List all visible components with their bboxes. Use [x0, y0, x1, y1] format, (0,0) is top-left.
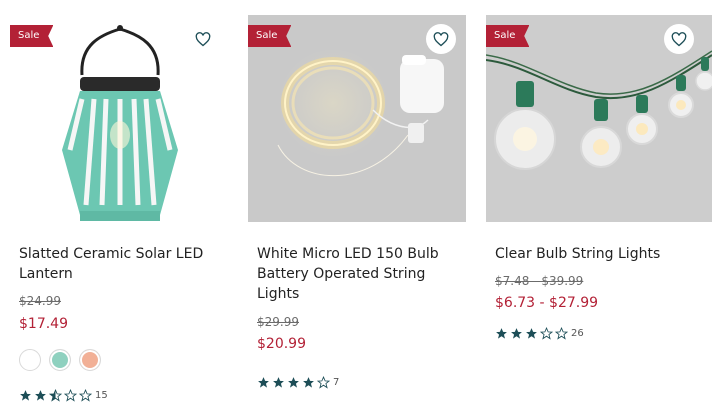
star-empty-icon — [555, 327, 568, 340]
sale-badge: Sale — [486, 25, 530, 47]
swatch-peach[interactable] — [79, 349, 101, 371]
star-full-icon — [511, 328, 522, 339]
star-full-icon — [496, 328, 507, 339]
star-rating — [19, 389, 92, 402]
original-price: $7.48 - $39.99 — [495, 274, 584, 288]
heart-outline-icon — [671, 31, 687, 46]
star-full-icon — [526, 328, 537, 339]
favorite-button[interactable] — [188, 24, 218, 54]
product-card[interactable]: Sale Clear Bulb String Lights $7.48 - $3… — [486, 0, 712, 412]
review-count: 7 — [333, 377, 340, 388]
product-title[interactable]: Slatted Ceramic Solar LED Lantern — [19, 244, 229, 284]
swatch-mint[interactable] — [49, 349, 71, 371]
star-empty-icon — [317, 376, 330, 389]
rating[interactable]: 26 — [495, 327, 584, 340]
star-full-icon — [288, 377, 299, 388]
swatch-white[interactable] — [19, 349, 41, 371]
product-card[interactable]: Sale White Micro LED 150 Bulb Battery Op… — [248, 0, 476, 412]
rating[interactable]: 7 — [257, 376, 339, 389]
star-empty-icon — [79, 389, 92, 402]
sale-price: $6.73 - $27.99 — [495, 295, 599, 311]
star-empty-icon — [64, 389, 77, 402]
heart-outline-icon — [195, 31, 211, 46]
star-rating — [257, 376, 330, 389]
review-count: 15 — [95, 390, 108, 401]
heart-outline-icon — [433, 31, 449, 46]
star-full-icon — [258, 377, 269, 388]
star-rating — [495, 327, 568, 340]
sale-price: $20.99 — [257, 336, 306, 352]
favorite-button[interactable] — [426, 24, 456, 54]
star-full-icon — [20, 390, 31, 401]
star-full-icon — [35, 390, 46, 401]
sale-badge: Sale — [248, 25, 292, 47]
star-half-icon — [49, 389, 62, 402]
original-price: $29.99 — [257, 315, 299, 329]
review-count: 26 — [571, 328, 584, 339]
star-full-icon — [303, 377, 314, 388]
product-title[interactable]: Clear Bulb String Lights — [495, 244, 712, 264]
product-title[interactable]: White Micro LED 150 Bulb Battery Operate… — [257, 244, 467, 304]
star-full-icon — [273, 377, 284, 388]
sale-price: $17.49 — [19, 316, 68, 332]
original-price: $24.99 — [19, 294, 61, 308]
color-swatches — [19, 349, 101, 371]
rating[interactable]: 15 — [19, 389, 108, 402]
star-empty-icon — [540, 327, 553, 340]
product-card[interactable]: Sale Slatted Ceramic Solar LED Lantern $… — [10, 0, 238, 412]
sale-badge: Sale — [10, 25, 54, 47]
favorite-button[interactable] — [664, 24, 694, 54]
